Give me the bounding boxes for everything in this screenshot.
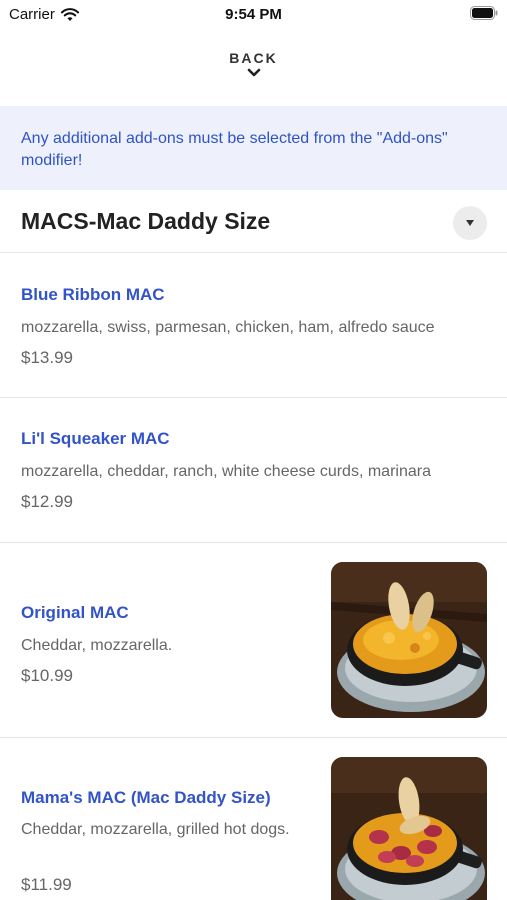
item-description: Cheddar, mozzarella, grilled hot dogs. (21, 821, 290, 838)
back-button[interactable]: BACK (0, 50, 507, 78)
item-price: $12.99 (21, 492, 73, 511)
item-price: $11.99 (21, 875, 72, 894)
item-name: Li'l Squeaker MAC (21, 429, 170, 448)
mamas-mac-photo (331, 757, 487, 900)
notice-text: Any additional add-ons must be selected … (21, 130, 448, 169)
item-description: mozzarella, swiss, parmesan, chicken, ha… (21, 319, 435, 336)
caret-down-icon (466, 220, 474, 226)
section-dropdown-button[interactable] (453, 206, 487, 240)
battery-icon (470, 6, 498, 20)
item-description: mozzarella, cheddar, ranch, white cheese… (21, 463, 431, 480)
item-price: $10.99 (21, 666, 73, 685)
back-label: BACK (229, 50, 278, 66)
chevron-down-icon (247, 68, 260, 77)
status-time: 9:54 PM (225, 6, 282, 23)
addons-notice: Any additional add-ons must be selected … (0, 106, 507, 190)
menu-item-lil-squeaker-mac[interactable]: Li'l Squeaker MAC mozzarella, cheddar, r… (0, 398, 507, 542)
menu-item-mamas-mac[interactable]: Mama's MAC (Mac Daddy Size) Cheddar, moz… (0, 738, 507, 900)
item-name: Blue Ribbon MAC (21, 285, 165, 304)
menu-item-blue-ribbon-mac[interactable]: Blue Ribbon MAC mozzarella, swiss, parme… (0, 253, 507, 397)
status-bar: Carrier 9:54 PM (0, 0, 507, 28)
item-price: $13.99 (21, 348, 73, 367)
item-description: Cheddar, mozzarella. (21, 637, 173, 654)
section-title: MACS-Mac Daddy Size (21, 208, 271, 234)
item-name: Mama's MAC (Mac Daddy Size) (21, 788, 271, 807)
original-mac-photo (331, 562, 487, 718)
item-name: Original MAC (21, 603, 129, 622)
menu-item-original-mac[interactable]: Original MAC Cheddar, mozzarella. $10.99 (0, 543, 507, 737)
